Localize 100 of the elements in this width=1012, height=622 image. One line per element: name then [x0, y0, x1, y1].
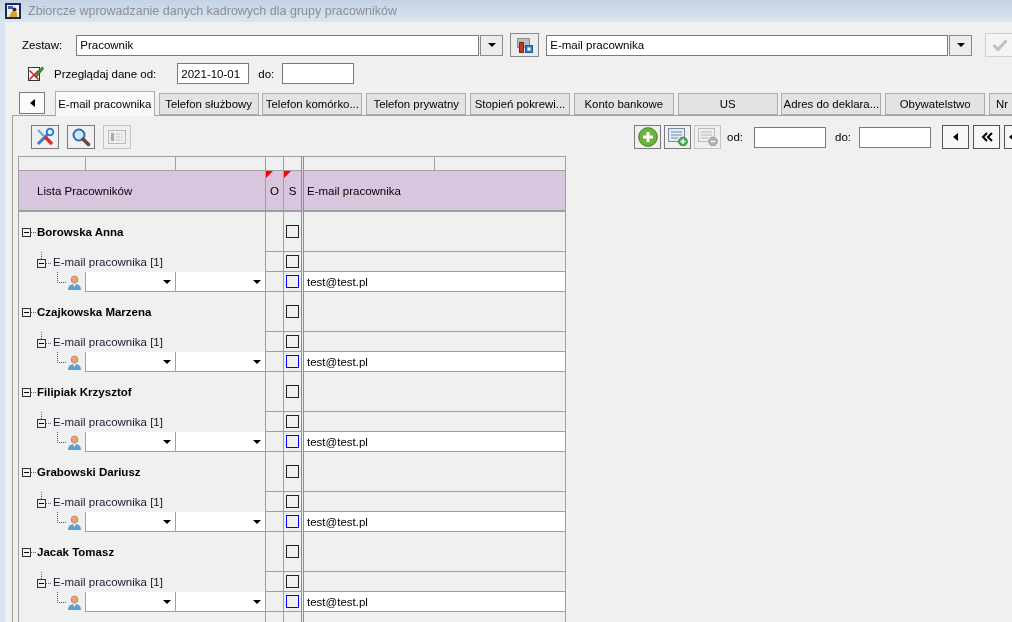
person-icon — [67, 354, 82, 370]
collapse-icon[interactable] — [37, 332, 51, 348]
collapse-icon[interactable] — [37, 412, 51, 428]
dropdown-field[interactable] — [86, 272, 176, 292]
collapse-icon[interactable] — [22, 467, 36, 477]
email-field[interactable]: test@test.pl — [304, 272, 565, 292]
add-row-button[interactable] — [664, 125, 691, 149]
scroll-left-button[interactable] — [19, 92, 45, 114]
empty-cell — [266, 572, 284, 592]
tree-line-icon — [57, 432, 66, 443]
empty-cell — [266, 292, 284, 332]
dropdown-field[interactable] — [176, 592, 266, 612]
checkbox[interactable] — [286, 335, 299, 348]
collapse-icon[interactable] — [22, 387, 36, 397]
collapse-icon[interactable] — [22, 307, 36, 317]
caret-down-icon — [163, 519, 171, 524]
tree-line-icon — [57, 512, 66, 523]
first-button[interactable] — [973, 125, 1000, 149]
tab[interactable]: E-mail pracownika — [54, 91, 155, 116]
caret-down-icon — [487, 43, 496, 47]
checkbox[interactable] — [286, 255, 299, 268]
caret-down-icon — [253, 279, 261, 284]
search-icon — [71, 127, 91, 147]
collapse-icon[interactable] — [22, 227, 36, 237]
checkbox[interactable] — [286, 225, 299, 238]
dropdown-field[interactable] — [176, 352, 266, 372]
dropdown-field[interactable] — [86, 432, 176, 452]
checkbox[interactable] — [286, 515, 299, 528]
person-icon — [67, 514, 82, 530]
checkbox[interactable] — [286, 595, 299, 608]
window-title: Zbiorcze wprowadzanie danych kadrowych dla grupy pracowników — [28, 4, 397, 18]
collapse-icon[interactable] — [37, 492, 51, 508]
checkbox[interactable] — [286, 435, 299, 448]
checkbox[interactable] — [286, 305, 299, 318]
email-field[interactable]: test@test.pl — [304, 352, 565, 372]
dropdown-button[interactable] — [949, 34, 973, 56]
tab[interactable]: Telefon służbowy — [158, 93, 259, 115]
checkbox[interactable] — [286, 385, 299, 398]
add-button[interactable] — [634, 125, 661, 149]
checkbox[interactable] — [286, 355, 299, 368]
collapse-icon[interactable] — [22, 547, 36, 557]
dropdown-field[interactable] — [86, 512, 176, 532]
dropdown-field[interactable] — [176, 432, 266, 452]
range-from-field[interactable] — [754, 126, 826, 148]
tools-button[interactable] — [31, 125, 59, 149]
email-field[interactable]: test@test.pl — [304, 512, 565, 532]
checkbox[interactable] — [286, 545, 299, 558]
tab[interactable]: Adres do deklara... — [781, 93, 882, 115]
checkbox[interactable] — [286, 275, 299, 288]
employee-name: Borowska Anna — [37, 226, 124, 238]
dropdown-field[interactable] — [86, 592, 176, 612]
checkbox[interactable] — [286, 575, 299, 588]
checkbox[interactable] — [286, 415, 299, 428]
tab[interactable]: Telefon prywatny — [366, 93, 467, 115]
column-dropdown-field[interactable]: E-mail pracownika — [546, 34, 949, 56]
dropdown-field[interactable] — [176, 512, 266, 532]
date-to-label: do: — [258, 67, 275, 80]
column-header[interactable]: S — [284, 171, 304, 212]
caret-down-icon — [253, 439, 261, 444]
column-header[interactable]: Lista Pracowników — [19, 171, 266, 212]
set-dropdown-field[interactable]: Pracownik — [76, 34, 480, 56]
collapse-icon[interactable] — [37, 572, 51, 588]
date-from-field[interactable]: 2021-10-01 — [177, 63, 250, 84]
search-button[interactable] — [67, 125, 95, 149]
caret-down-icon — [253, 599, 261, 604]
person-icon — [67, 594, 82, 610]
caret-down-icon — [253, 359, 261, 364]
date-to-field[interactable] — [282, 63, 355, 84]
tab[interactable]: Obywatelstwo — [885, 93, 986, 115]
collapse-icon[interactable] — [37, 252, 51, 268]
dropdown-field[interactable] — [86, 352, 176, 372]
range-from-label: od: — [727, 131, 743, 143]
previous-button[interactable] — [942, 125, 969, 149]
email-field[interactable]: test@test.pl — [304, 592, 565, 612]
employee-name: Filipiak Krzysztof — [37, 386, 132, 398]
dropdown-field[interactable] — [176, 272, 266, 292]
empty-cell — [266, 452, 284, 492]
tab[interactable]: Telefon komórko... — [262, 93, 363, 115]
column-header[interactable]: O — [266, 171, 284, 212]
range-to-field[interactable] — [859, 126, 931, 148]
tab[interactable]: Nr — [988, 93, 1012, 115]
caret-down-icon — [253, 519, 261, 524]
empty-cell — [266, 412, 284, 432]
tab[interactable]: Stopień pokrewi... — [470, 93, 570, 115]
range-to-label: do: — [835, 131, 851, 143]
app-icon — [5, 3, 21, 19]
dropdown-button[interactable] — [480, 34, 504, 56]
tab[interactable]: US — [677, 93, 778, 115]
list-remove-icon — [697, 128, 718, 146]
checkbox[interactable] — [286, 495, 299, 508]
category-label: E-mail pracownika [1] — [53, 416, 163, 428]
caret-down-icon — [163, 599, 171, 604]
column-header[interactable]: E-mail pracownika — [304, 171, 565, 212]
email-field[interactable]: test@test.pl — [304, 432, 565, 452]
empty-cell — [266, 432, 284, 452]
tab[interactable]: Konto bankowe — [573, 93, 674, 115]
checkbox[interactable] — [286, 465, 299, 478]
category-label: E-mail pracownika [1] — [53, 576, 163, 588]
options-button[interactable] — [510, 33, 540, 57]
empty-cell — [266, 372, 284, 412]
